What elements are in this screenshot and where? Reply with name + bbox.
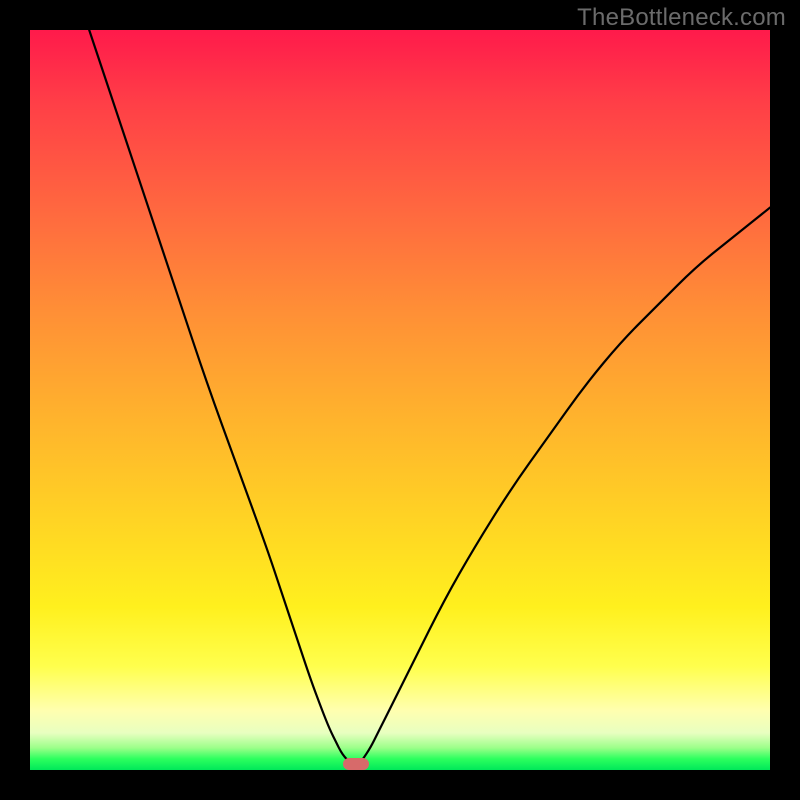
minimum-marker [343, 758, 369, 770]
plot-area [30, 30, 770, 770]
chart-frame: TheBottleneck.com [0, 0, 800, 800]
watermark-text: TheBottleneck.com [577, 4, 786, 32]
bottleneck-curve [30, 30, 770, 770]
